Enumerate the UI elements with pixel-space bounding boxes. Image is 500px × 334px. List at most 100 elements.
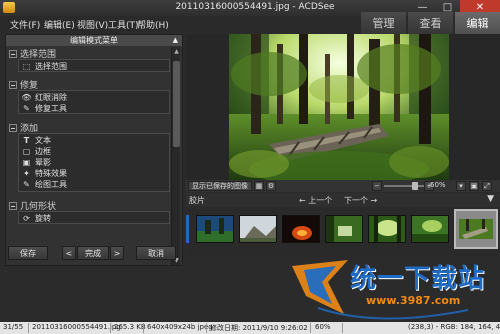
- status-bar: 31/55 20110316000554491.jpg 265.3 KB 640…: [0, 322, 500, 334]
- fit-image-icon[interactable]: ▣: [469, 181, 479, 191]
- collapse-toggle-icon[interactable]: [9, 201, 17, 210]
- zoom-dropdown-icon[interactable]: ▾: [456, 181, 466, 191]
- separator: [206, 323, 207, 333]
- status-index: 31/55: [3, 323, 24, 331]
- zoom-level: 60%: [430, 181, 446, 189]
- next-image-button[interactable]: >: [110, 246, 124, 260]
- section-geometry-box: ⟳ 旋转: [18, 211, 170, 224]
- menu-help[interactable]: 帮助(H): [137, 18, 169, 31]
- tab-view[interactable]: 查看: [408, 12, 453, 34]
- filmstrip-header: 胶片 ← 上一个 下一个 → ▼: [186, 193, 500, 207]
- separator: [342, 323, 343, 333]
- vignette-icon: ▣: [22, 158, 31, 167]
- eye-icon: 👁: [21, 93, 32, 102]
- tool-label: 特殊效果: [35, 169, 67, 178]
- menu-edit[interactable]: 编辑(E): [44, 18, 75, 31]
- thumbnail[interactable]: [325, 215, 363, 243]
- mode-tabs: 管理 查看 编辑: [359, 12, 500, 34]
- text-icon: T: [23, 136, 30, 145]
- border-icon: ▢: [22, 147, 31, 156]
- thumbnail[interactable]: [239, 215, 277, 243]
- tool-vignette[interactable]: ▣ 晕影: [22, 157, 51, 168]
- prev-image-button[interactable]: <: [62, 246, 76, 260]
- thumbnail[interactable]: [282, 215, 320, 243]
- show-saved-image-button[interactable]: 显示已保存的图像: [188, 181, 252, 191]
- tool-repair[interactable]: ✎ 修复工具: [22, 103, 67, 114]
- brush-icon: ✎: [23, 104, 30, 113]
- zoom-slider-track[interactable]: [384, 185, 424, 187]
- image-viewer[interactable]: [186, 34, 500, 180]
- collapse-toggle-icon[interactable]: [9, 123, 17, 132]
- collapse-toggle-icon[interactable]: [9, 49, 17, 58]
- tool-effects[interactable]: ✦ 特殊效果: [22, 168, 67, 179]
- collapse-toggle-icon[interactable]: [9, 80, 17, 89]
- filmstrip-edge: [186, 215, 189, 243]
- next-image-link[interactable]: 下一个 →: [344, 195, 377, 206]
- tool-label: 晕影: [35, 158, 51, 167]
- chevron-left-icon: <: [65, 248, 73, 258]
- tool-label: 绘图工具: [35, 180, 67, 189]
- scroll-thumb[interactable]: [173, 61, 180, 147]
- watermark-brand: 统一下载站: [350, 264, 486, 294]
- tool-label: 修复工具: [35, 104, 67, 113]
- section-repair-box: 👁 红眼消除 ✎ 修复工具: [18, 90, 170, 114]
- section-selection-box: ⬚ 选择范围: [18, 59, 170, 72]
- fullscreen-icon[interactable]: ⤢: [482, 181, 492, 191]
- selection-icon: ⬚: [22, 62, 31, 71]
- cancel-button[interactable]: 取消: [136, 246, 176, 260]
- tool-selection[interactable]: ⬚ 选择范围: [22, 61, 67, 72]
- tool-label: 旋转: [35, 214, 51, 223]
- forest-scene-image: [229, 34, 449, 180]
- filmstrip-label: 胶片: [189, 196, 205, 205]
- tool-text[interactable]: T 文本: [22, 135, 51, 146]
- status-pixel-info: (238,3) - RGB: 184, 164, 49: [408, 323, 500, 331]
- filmstrip-menu-icon[interactable]: ▼: [487, 194, 494, 204]
- prev-image-link[interactable]: ← 上一个: [299, 195, 332, 206]
- status-filesize: 265.3 KB: [114, 323, 146, 331]
- tool-label: 选择范围: [35, 62, 67, 71]
- tool-label: 红眼消除: [35, 93, 67, 102]
- thumbnail[interactable]: [411, 215, 449, 243]
- thumbnail-selected[interactable]: [454, 209, 498, 249]
- menu-tools[interactable]: 工具(T): [108, 18, 139, 31]
- effects-icon: ✦: [23, 169, 30, 178]
- save-button[interactable]: 保存: [8, 246, 48, 260]
- tool-red-eye[interactable]: 👁 红眼消除: [21, 92, 67, 103]
- zoom-out-icon[interactable]: −: [372, 181, 382, 191]
- chevron-right-icon: >: [113, 248, 121, 258]
- panel-header[interactable]: 编辑模式菜单 ▲: [6, 35, 182, 46]
- scroll-up-icon[interactable]: ▲: [172, 47, 181, 56]
- status-modified: 修改日期: 2011/9/10 9:26:02: [210, 324, 308, 332]
- tool-draw[interactable]: ✎ 绘图工具: [22, 179, 67, 190]
- tool-label: 边框: [35, 147, 51, 156]
- zoom-slider-thumb[interactable]: [412, 182, 418, 190]
- menu-view[interactable]: 视图(V): [77, 18, 108, 31]
- settings-icon[interactable]: ⚙: [266, 181, 276, 191]
- thumbnail[interactable]: [196, 215, 234, 243]
- tool-rotate[interactable]: ⟳ 旋转: [22, 213, 51, 224]
- panel-scrollbar[interactable]: ▲ ▼: [171, 47, 180, 265]
- watermark: 统一下载站 www.3987.com: [288, 252, 496, 324]
- status-zoom: 60%: [315, 323, 331, 331]
- draw-icon: ✎: [23, 180, 30, 189]
- status-dimensions: 640x409x24b jpeg: [147, 323, 213, 331]
- section-add-box: T 文本 ▢ 边框 ▣ 晕影 ✦ 特殊效果 ✎ 绘图工具: [18, 133, 170, 192]
- edit-mode-panel: 编辑模式菜单 ▲ 选择范围 ⬚ 选择范围 修复 👁 红眼消除 ✎ 修复工具 添加…: [5, 34, 183, 266]
- thumbnail[interactable]: [368, 215, 406, 243]
- acdsee-app-icon: [3, 2, 15, 13]
- menu-file[interactable]: 文件(F): [10, 18, 40, 31]
- tool-border[interactable]: ▢ 边框: [22, 146, 51, 157]
- compare-icon[interactable]: ▦: [254, 181, 264, 191]
- next-label: 下一个: [344, 196, 368, 205]
- tool-label: 文本: [35, 136, 51, 145]
- separator: [110, 323, 111, 333]
- watermark-url: www.3987.com: [366, 294, 461, 307]
- tab-edit[interactable]: 编辑: [455, 12, 500, 34]
- window-title: 20110316000554491.jpg - ACDSee: [175, 2, 335, 12]
- tab-manage[interactable]: 管理: [361, 12, 406, 34]
- collapse-icon[interactable]: ▲: [173, 35, 178, 46]
- prev-label: 上一个: [308, 196, 333, 205]
- separator: [28, 323, 29, 333]
- done-button[interactable]: 完成: [77, 246, 109, 260]
- separator: [143, 323, 144, 333]
